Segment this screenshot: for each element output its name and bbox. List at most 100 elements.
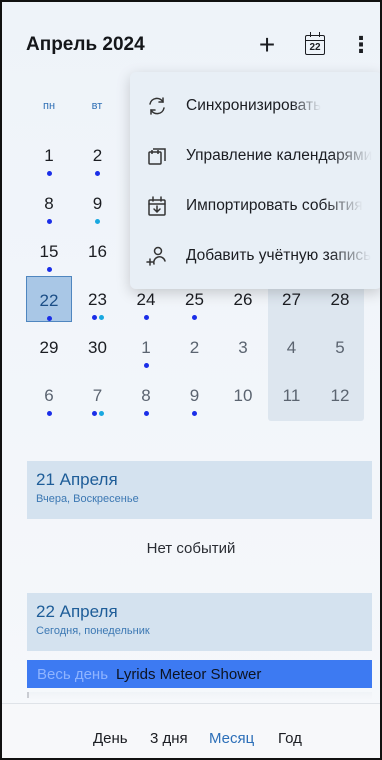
day-cell[interactable]: 4 (269, 324, 315, 370)
day-number: 27 (282, 290, 301, 309)
tab-month[interactable]: Месяц (209, 730, 254, 747)
day-number: 15 (39, 242, 59, 261)
day-cell[interactable]: 15 (26, 228, 72, 274)
day-cell[interactable]: 2 (75, 132, 121, 178)
menu-item-import-events[interactable]: Импортировать события (130, 182, 380, 230)
event-title: Lyrids Meteor Shower (116, 665, 262, 683)
day-number: 5 (335, 338, 345, 357)
day-number: 8 (141, 386, 151, 405)
event-dot (143, 411, 149, 416)
day-cell[interactable]: 16 (75, 228, 121, 274)
day-cell[interactable]: 9 (75, 180, 121, 226)
day-cell[interactable]: 3 (220, 324, 266, 370)
day-number: 30 (88, 338, 107, 357)
day-cell[interactable]: 29 (26, 324, 72, 370)
day-number: 2 (92, 146, 103, 165)
calendar-app: Апрель 2024 + 22 ⋮ пн вт 1 2 8 9 15 16 22 23 24 2… (0, 0, 382, 760)
day-number: 7 (92, 386, 103, 405)
menu-item-label: Импортировать события (186, 197, 363, 214)
day-cell[interactable]: 7 (75, 372, 121, 418)
agenda-day-header[interactable]: 22 Апреля Сегодня, понедельник (27, 593, 372, 651)
event-indicator (26, 267, 72, 272)
day-number: 8 (44, 194, 54, 213)
event-indicator (75, 315, 121, 320)
event-dot (46, 267, 52, 272)
event-indicator (123, 363, 169, 368)
add-account-icon (146, 245, 168, 267)
day-cell[interactable]: 8 (123, 372, 169, 418)
event-indicator (75, 171, 121, 176)
day-number: 9 (92, 194, 103, 213)
day-cell[interactable]: 30 (75, 324, 121, 370)
menu-item-label: Добавить учётную запись (186, 247, 372, 264)
sync-icon (146, 95, 168, 117)
event-indicator (123, 411, 169, 416)
event-time: Весь день (37, 665, 109, 683)
event-indicator (26, 171, 72, 176)
app-header: Апрель 2024 + 22 ⋮ (2, 2, 380, 82)
bottom-view-tabs: День 3 дня Месяц Год (2, 703, 380, 758)
day-cell[interactable]: 10 (220, 372, 266, 418)
day-number: 2 (189, 338, 200, 357)
day-cell[interactable]: 1 (123, 324, 169, 370)
month-title[interactable]: Апрель 2024 (26, 34, 145, 56)
day-cell[interactable]: 11 (269, 372, 315, 418)
tab-day[interactable]: День (93, 730, 128, 747)
menu-item-sync[interactable]: Синхронизировать (130, 82, 380, 130)
agenda-day-title: 22 Апреля (36, 602, 118, 621)
day-cell[interactable]: 1 (26, 132, 72, 178)
day-cell[interactable]: 8 (26, 180, 72, 226)
event-indicator (172, 411, 218, 416)
event-dot (192, 411, 197, 416)
event-dot (46, 411, 52, 416)
day-number: 4 (286, 338, 297, 357)
event-indicator (26, 411, 72, 416)
day-cell[interactable]: 9 (172, 372, 218, 418)
day-number: 16 (88, 242, 107, 261)
day-number: 12 (330, 386, 350, 405)
event-indicator (26, 219, 72, 224)
event-dot (46, 171, 52, 176)
event-dot (91, 411, 97, 416)
agenda-day-header[interactable]: 21 Апреля Вчера, Воскресенье (27, 461, 372, 519)
day-number: 3 (238, 338, 248, 357)
event-item-partial[interactable] (27, 692, 372, 700)
day-cell[interactable]: 12 (317, 372, 363, 418)
day-number: 11 (282, 386, 301, 405)
day-number: 1 (141, 338, 151, 357)
event-item[interactable]: Весь день Lyrids Meteor Shower (27, 660, 372, 688)
menu-item-add-account[interactable]: Добавить учётную запись (130, 232, 380, 280)
day-cell-today[interactable]: 22 (26, 276, 72, 322)
add-event-button[interactable]: + (252, 29, 282, 60)
menu-item-label: Управление календарями (186, 147, 373, 164)
day-number: 25 (185, 290, 204, 309)
agenda-day-title: 21 Апреля (36, 470, 118, 489)
event-dot (46, 219, 52, 224)
event-dot (95, 219, 100, 224)
event-dot (91, 315, 97, 320)
more-options-button[interactable]: ⋮ (346, 30, 376, 60)
event-dot (46, 316, 52, 321)
day-cell[interactable]: 6 (26, 372, 72, 418)
day-cell[interactable]: 23 (75, 276, 121, 322)
event-indicator (172, 315, 218, 320)
day-number: 24 (136, 290, 156, 309)
menu-item-manage-calendars[interactable]: Управление календарями (130, 132, 380, 180)
tab-3-days[interactable]: 3 дня (150, 730, 188, 747)
event-dot (95, 171, 100, 176)
overflow-menu: Синхронизировать Управление календарями (130, 72, 380, 289)
day-number: 26 (233, 290, 253, 309)
day-number: 28 (330, 290, 350, 309)
more-vert-icon: ⋮ (350, 32, 372, 57)
day-cell[interactable]: 2 (172, 324, 218, 370)
event-indicator (27, 316, 71, 321)
event-indicator (75, 411, 121, 416)
day-cell[interactable]: 5 (317, 324, 363, 370)
day-number: 1 (44, 146, 54, 165)
event-dot (98, 411, 104, 416)
tab-year[interactable]: Год (278, 730, 302, 747)
event-dot (143, 363, 149, 368)
go-to-today-button[interactable]: 22 (300, 30, 330, 60)
weekday-label: вт (91, 100, 103, 112)
day-number: 6 (44, 386, 54, 405)
